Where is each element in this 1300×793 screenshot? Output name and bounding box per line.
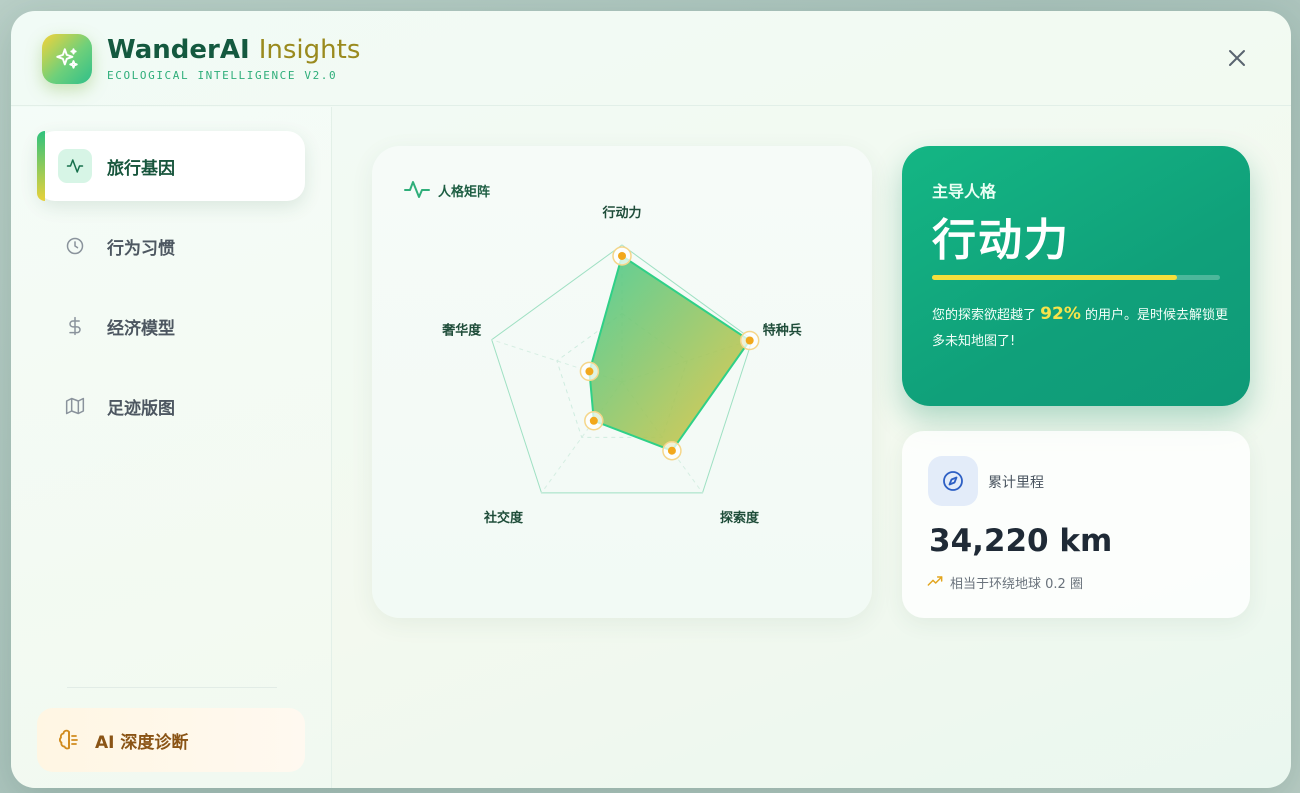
- sidebar: 旅行基因 行为习惯 经济模型 足迹版图 AI 深度诊断: [11, 107, 332, 788]
- sidebar-item-economy[interactable]: 经济模型: [37, 291, 305, 361]
- radar-point: [618, 251, 626, 260]
- brain-icon: [59, 729, 78, 750]
- close-icon: [1229, 50, 1245, 66]
- dominant-persona-card: 主导人格 行动力 您的探索欲超越了 92% 的用户。是时候去解锁更多未知地图了!: [902, 146, 1250, 406]
- radar-point: [589, 416, 598, 425]
- sidebar-item-label: 足迹版图: [107, 398, 175, 419]
- persona-label: 主导人格: [932, 182, 997, 201]
- activity-icon: [66, 159, 84, 173]
- radar-axis-label: 特种兵: [763, 323, 802, 339]
- nav-icon-box: [58, 309, 92, 343]
- sidebar-item-footprint[interactable]: 足迹版图: [37, 371, 305, 441]
- ai-diagnosis-button[interactable]: AI 深度诊断: [37, 708, 305, 772]
- persona-progress-track: [932, 275, 1220, 280]
- app-subtitle: ECOLOGICAL INTELLIGENCE V2.0: [107, 69, 338, 82]
- dollar-icon: [69, 316, 81, 336]
- radar-chart: 行动力特种兵探索度 社交度 奢华度: [441, 205, 802, 526]
- radar-axis-label: 探索度: [720, 510, 760, 526]
- mileage-note: 相当于环绕地球 0.2 圈: [950, 577, 1083, 592]
- sparkles-icon: [56, 48, 78, 69]
- persona-percent: 92%: [1040, 304, 1081, 324]
- map-icon: [65, 397, 85, 415]
- radar-point: [745, 336, 754, 345]
- personality-matrix-card: 人格矩阵 行动力 特种兵 探索度 社交度 奢华度: [372, 146, 872, 618]
- radar-axis-label: 社交度: [483, 510, 524, 526]
- trending-up-icon: [927, 576, 943, 586]
- persona-progress-fill: [932, 275, 1177, 280]
- sidebar-item-travel-dna[interactable]: 旅行基因: [37, 131, 305, 201]
- compass-icon: [943, 471, 963, 491]
- close-button[interactable]: [1225, 46, 1249, 70]
- mileage-value: 34,220 km: [929, 523, 1113, 559]
- app-title: WanderAI Insights: [107, 35, 361, 65]
- sidebar-divider: [67, 687, 277, 688]
- insights-modal: WanderAI Insights ECOLOGICAL INTELLIGENC…: [11, 11, 1291, 788]
- nav-icon-box: [58, 229, 92, 263]
- persona-description: 您的探索欲超越了 92% 的用户。是时候去解锁更多未知地图了!: [932, 304, 1229, 349]
- radar-point: [667, 446, 676, 455]
- modal-header: WanderAI Insights ECOLOGICAL INTELLIGENC…: [11, 11, 1291, 106]
- persona-value: 行动力: [932, 215, 1070, 266]
- app-logo: [42, 34, 92, 84]
- radar-axis-label: 行动力: [601, 205, 641, 221]
- sidebar-item-label: 行为习惯: [107, 238, 175, 259]
- radar-axis-label: 奢华度: [441, 323, 482, 339]
- nav-icon-box: [58, 389, 92, 423]
- clock-icon: [66, 237, 84, 255]
- radar-point: [585, 367, 594, 376]
- nav-icon-box: [58, 149, 92, 183]
- mileage-label: 累计里程: [988, 475, 1044, 491]
- sidebar-item-label: 旅行基因: [107, 158, 175, 179]
- mileage-card: 累计里程 34,220 km 相当于环绕地球 0.2 圈: [902, 431, 1250, 618]
- ai-diagnosis-label: AI 深度诊断: [95, 732, 189, 753]
- sidebar-item-habits[interactable]: 行为习惯: [37, 211, 305, 281]
- mileage-icon-box: [928, 456, 978, 506]
- sidebar-item-label: 经济模型: [107, 318, 175, 339]
